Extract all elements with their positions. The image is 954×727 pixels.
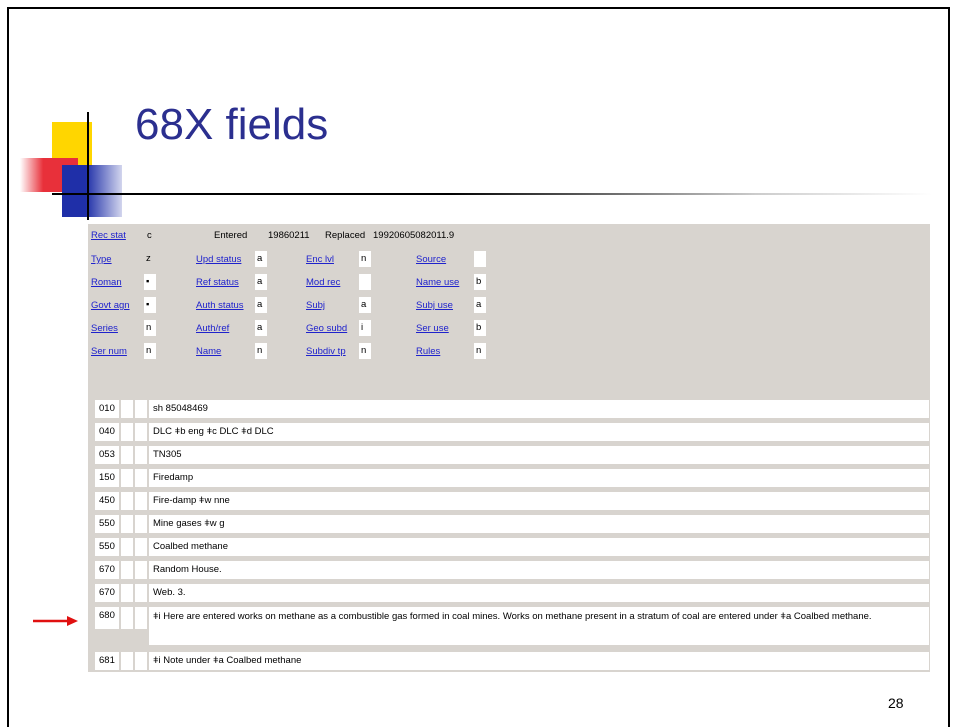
vertical-rule [87,112,89,220]
fixed-field-value[interactable]: n [474,343,486,359]
field-data[interactable]: Fire-damp ǂw nne [149,492,929,510]
fixed-field-label-link[interactable]: Mod rec [306,277,340,288]
entered-label: Entered [214,230,248,241]
fixed-field-value[interactable]: n [255,343,267,359]
indicator-2[interactable] [135,538,147,556]
rec-stat-value: c [147,230,152,241]
field-tag[interactable]: 550 [95,515,119,533]
indicator-2[interactable] [135,515,147,533]
page-number: 28 [888,695,904,711]
field-data[interactable]: ǂi Note under ǂa Coalbed methane [149,652,929,670]
field-tag[interactable]: 670 [95,584,119,602]
indicator-1[interactable] [121,515,133,533]
fixed-field-value[interactable]: a [255,297,267,313]
field-data[interactable]: DLC ǂb eng ǂc DLC ǂd DLC [149,423,929,441]
fixed-field-label-link[interactable]: Geo subd [306,323,347,334]
indicator-2[interactable] [135,561,147,579]
indicator-1[interactable] [121,469,133,487]
indicator-2[interactable] [135,584,147,602]
replaced-label: Replaced [325,230,366,241]
fixed-field-value[interactable]: a [359,297,371,313]
fixed-field-value[interactable]: a [255,251,267,267]
fixed-field-label-link[interactable]: Govt agn [91,300,130,311]
fixed-field-value[interactable]: i [359,320,371,336]
indicator-1[interactable] [121,652,133,670]
fixed-field-label-link[interactable]: Source [416,254,446,265]
field-tag[interactable]: 450 [95,492,119,510]
fixed-field-label-link[interactable]: Roman [91,277,122,288]
fixed-field-value[interactable]: b [474,320,486,336]
replaced-value: 19920605082011.9 [373,230,455,241]
fixed-field-value[interactable] [474,251,486,267]
fixed-field-value[interactable]: n [144,343,156,359]
fixed-field-label-link[interactable]: Type [91,254,112,265]
indicator-1[interactable] [121,584,133,602]
fixed-field-value[interactable]: z [144,251,156,267]
field-data[interactable]: Web. 3. [149,584,929,602]
fixed-field-value[interactable]: a [474,297,486,313]
rec-stat-link[interactable]: Rec stat [91,230,126,241]
fixed-field-value[interactable] [359,274,371,290]
indicator-2[interactable] [135,652,147,670]
fixed-field-value[interactable]: n [359,251,371,267]
field-data[interactable]: sh 85048469 [149,400,929,418]
field-tag[interactable]: 680 [95,607,119,629]
fixed-field-label-link[interactable]: Name [196,346,221,357]
red-arrow-icon [33,616,78,626]
field-tag[interactable]: 150 [95,469,119,487]
indicator-1[interactable] [121,492,133,510]
entered-value: 19860211 [268,230,310,241]
field-tag[interactable]: 681 [95,652,119,670]
fixed-field-label-link[interactable]: Auth status [196,300,244,311]
fixed-field-label-link[interactable]: Rules [416,346,440,357]
field-data[interactable]: Mine gases ǂw g [149,515,929,533]
fixed-field-label-link[interactable]: Auth/ref [196,323,229,334]
field-tag[interactable]: 670 [95,561,119,579]
indicator-2[interactable] [135,446,147,464]
fixed-field-value[interactable]: n [144,320,156,336]
field-data[interactable]: Coalbed methane [149,538,929,556]
authority-record-panel: Rec stat c Entered 19860211 Replaced 199… [88,224,930,672]
field-tag[interactable]: 010 [95,400,119,418]
field-tag[interactable]: 550 [95,538,119,556]
slide-title: 68X fields [135,100,329,149]
indicator-1[interactable] [121,538,133,556]
indicator-2[interactable] [135,469,147,487]
field-data[interactable]: ǂi Here are entered works on methane as … [149,607,929,645]
fixed-field-label-link[interactable]: Name use [416,277,459,288]
fixed-field-label-link[interactable]: Ser num [91,346,127,357]
indicator-1[interactable] [121,400,133,418]
field-data[interactable]: TN305 [149,446,929,464]
title-underline [52,193,932,195]
fixed-field-value[interactable]: ▪ [144,297,156,313]
indicator-2[interactable] [135,400,147,418]
indicator-1[interactable] [121,446,133,464]
indicator-1[interactable] [121,607,133,629]
indicator-2[interactable] [135,607,147,629]
fixed-field-label-link[interactable]: Upd status [196,254,241,265]
fixed-field-label-link[interactable]: Subdiv tp [306,346,346,357]
fixed-field-value[interactable]: n [359,343,371,359]
fixed-field-label-link[interactable]: Enc lvl [306,254,334,265]
indicator-1[interactable] [121,423,133,441]
fixed-field-label-link[interactable]: Subj use [416,300,453,311]
fixed-field-label-link[interactable]: Ser use [416,323,449,334]
field-tag[interactable]: 053 [95,446,119,464]
fixed-field-label-link[interactable]: Subj [306,300,325,311]
indicator-2[interactable] [135,492,147,510]
blue-square-decoration [62,165,122,217]
indicator-2[interactable] [135,423,147,441]
fixed-field-label-link[interactable]: Series [91,323,118,334]
fixed-field-value[interactable]: a [255,274,267,290]
field-data[interactable]: Random House. [149,561,929,579]
field-data[interactable]: Firedamp [149,469,929,487]
field-tag[interactable]: 040 [95,423,119,441]
fixed-field-value[interactable]: b [474,274,486,290]
fixed-field-value[interactable]: ▪ [144,274,156,290]
fixed-field-label-link[interactable]: Ref status [196,277,239,288]
indicator-1[interactable] [121,561,133,579]
fixed-field-value[interactable]: a [255,320,267,336]
